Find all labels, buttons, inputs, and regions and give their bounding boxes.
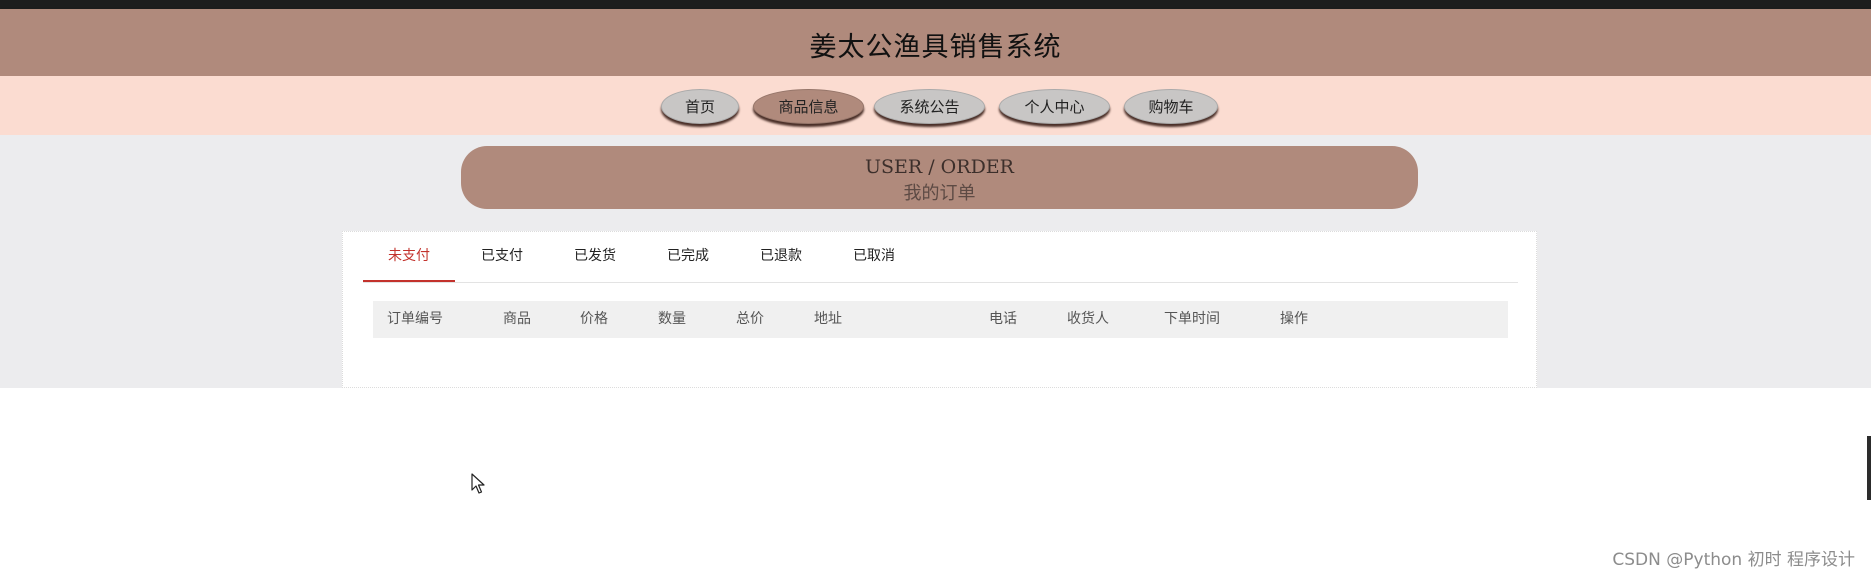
nav-item-home[interactable]: 首页 <box>661 89 739 124</box>
tab-cancelled[interactable]: 已取消 <box>828 232 920 282</box>
nav-item-label: 商品信息 <box>778 98 839 116</box>
tab-paid[interactable]: 已支付 <box>456 232 548 282</box>
site-title: 姜太公渔具销售系统 <box>809 32 1062 63</box>
column-header-total: 总价 <box>736 311 764 327</box>
tab-refunded[interactable]: 已退款 <box>735 232 827 282</box>
column-header-price: 价格 <box>580 311 608 327</box>
watermark: CSDN @Python 初时 程序设计 <box>1612 550 1855 570</box>
nav-item-cart[interactable]: 购物车 <box>1124 89 1218 124</box>
tab-shipped[interactable]: 已发货 <box>549 232 641 282</box>
column-header-address: 地址 <box>814 311 842 327</box>
column-header-order-id: 订单编号 <box>387 311 443 327</box>
column-header-order-time: 下单时间 <box>1164 311 1220 327</box>
nav-item-products[interactable]: 商品信息 <box>753 89 864 124</box>
nav-item-label: 首页 <box>684 98 715 116</box>
nav-item-announcements[interactable]: 系统公告 <box>874 89 985 124</box>
mouse-pointer-icon <box>471 473 487 495</box>
main-nav: 首页 商品信息 系统公告 个人中心 购物车 <box>0 76 1871 135</box>
nav-item-label: 购物车 <box>1148 98 1194 116</box>
section-title-en: USER / ORDER <box>865 156 1014 178</box>
nav-item-label: 个人中心 <box>1024 98 1085 116</box>
tab-completed[interactable]: 已完成 <box>642 232 734 282</box>
order-status-tabs: 未支付 已支付 已发货 已完成 已退款 已取消 <box>363 232 1518 283</box>
section-banner: USER / ORDER 我的订单 <box>461 146 1418 209</box>
column-header-product: 商品 <box>503 311 531 327</box>
orders-table-header: 订单编号 商品 价格 数量 总价 地址 电话 收货人 下单时间 操作 <box>373 301 1508 338</box>
column-header-quantity: 数量 <box>658 311 686 327</box>
tab-unpaid[interactable]: 未支付 <box>363 232 455 282</box>
scrollbar-thumb[interactable] <box>1867 436 1871 500</box>
nav-item-label: 系统公告 <box>899 98 960 116</box>
window-top-bar <box>0 0 1871 9</box>
column-header-recipient: 收货人 <box>1067 311 1109 327</box>
nav-item-personal-center[interactable]: 个人中心 <box>999 89 1110 124</box>
section-title-cn: 我的订单 <box>903 183 976 204</box>
site-header: 姜太公渔具销售系统 <box>0 9 1871 76</box>
orders-panel: 未支付 已支付 已发货 已完成 已退款 已取消 订单编号 商品 价格 数量 总价… <box>342 231 1537 388</box>
column-header-phone: 电话 <box>989 311 1017 327</box>
column-header-actions: 操作 <box>1280 311 1308 327</box>
